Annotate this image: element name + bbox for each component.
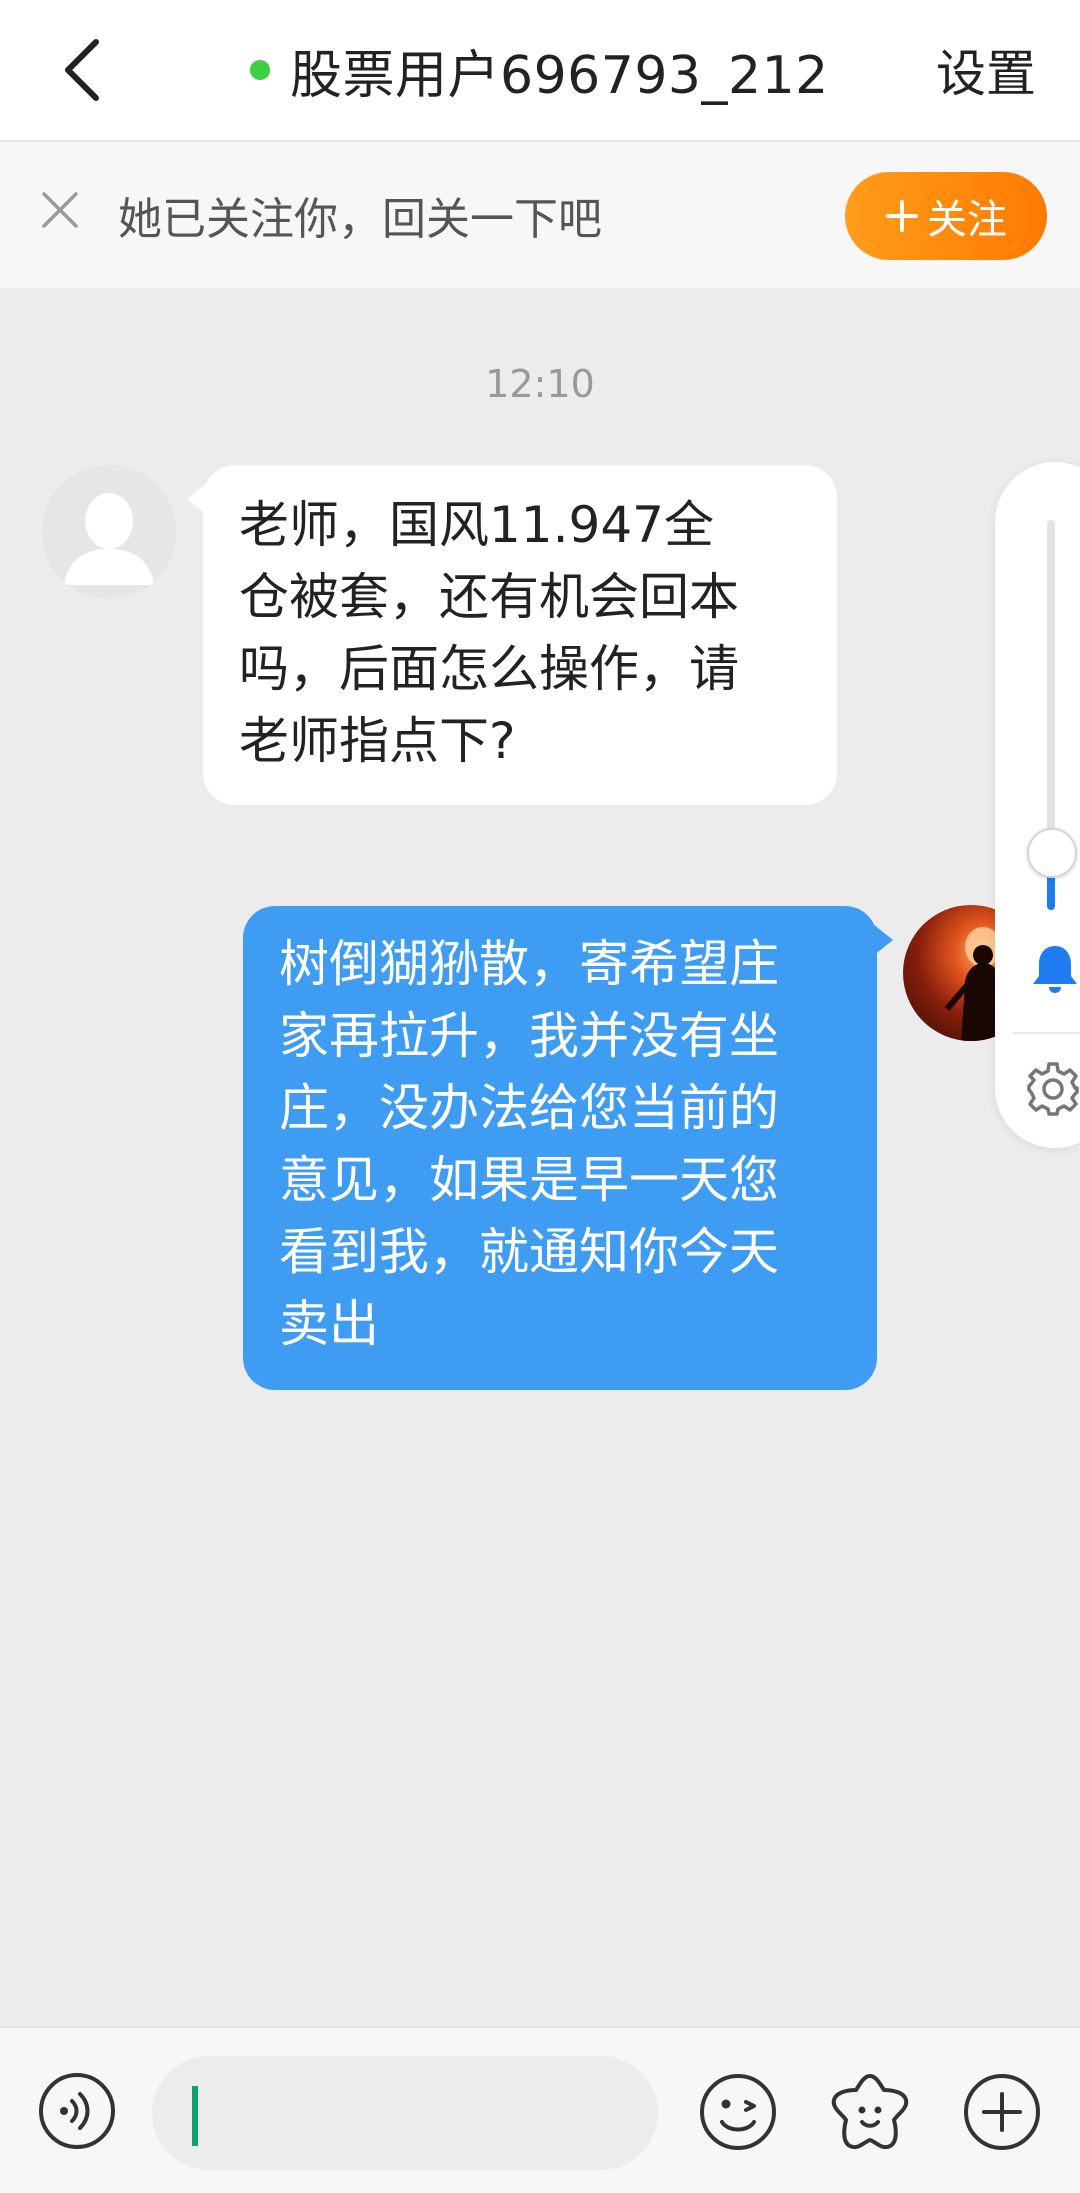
sticker-icon xyxy=(831,2074,909,2150)
message-timestamp: 12:10 xyxy=(485,362,595,406)
text-caret xyxy=(192,2086,198,2146)
panel-divider xyxy=(1013,1032,1080,1034)
outgoing-message-bubble[interactable]: 树倒猢狲散，寄希望庄 家再拉升，我并没有坐 庄，没办法给您当前的 意见，如果是早… xyxy=(243,906,893,1390)
incoming-message-bubble[interactable]: 老师，国风11.947全 仓被套，还有机会回本 吗，后面怎么操作，请 老师指点下… xyxy=(187,465,837,805)
follow-back-text: 她已关注你，回关一下吧 xyxy=(118,194,602,245)
voice-icon xyxy=(39,2073,115,2149)
emoji-icon xyxy=(700,2074,776,2150)
follow-button-label: 关注 xyxy=(927,197,1007,243)
more-options-button[interactable] xyxy=(962,2072,1042,2152)
volume-slider-thumb[interactable] xyxy=(1027,828,1077,878)
back-button[interactable] xyxy=(42,28,122,112)
gear-icon xyxy=(1027,1062,1079,1116)
chat-header: 股票用户696793_212 设置 xyxy=(0,0,1080,142)
emoji-button[interactable] xyxy=(698,2072,778,2152)
close-icon xyxy=(42,192,78,228)
plus-icon xyxy=(886,200,918,232)
sticker-button[interactable] xyxy=(828,2070,912,2154)
bell-icon xyxy=(1033,946,1077,993)
settings-button[interactable]: 设置 xyxy=(936,0,1036,140)
follow-back-banner: 她已关注你，回关一下吧 关注 xyxy=(0,142,1080,288)
chevron-left-icon xyxy=(65,39,99,101)
panel-settings-button[interactable] xyxy=(1025,1060,1080,1116)
chat-title: 股票用户696793_212 xyxy=(290,45,829,106)
plus-circle-icon xyxy=(964,2074,1040,2150)
default-avatar-icon xyxy=(42,465,176,599)
voice-input-button[interactable] xyxy=(38,2072,116,2150)
message-input[interactable] xyxy=(152,2056,658,2170)
follow-button[interactable]: 关注 xyxy=(845,172,1047,260)
online-status-dot xyxy=(250,60,270,80)
message-input-bar xyxy=(0,2026,1080,2193)
close-banner-button[interactable] xyxy=(38,188,82,232)
contact-avatar[interactable] xyxy=(42,465,176,599)
floating-side-panel xyxy=(995,462,1080,1148)
chat-title-wrap: 股票用户696793_212 xyxy=(250,0,829,140)
notification-button[interactable] xyxy=(1027,940,1080,996)
